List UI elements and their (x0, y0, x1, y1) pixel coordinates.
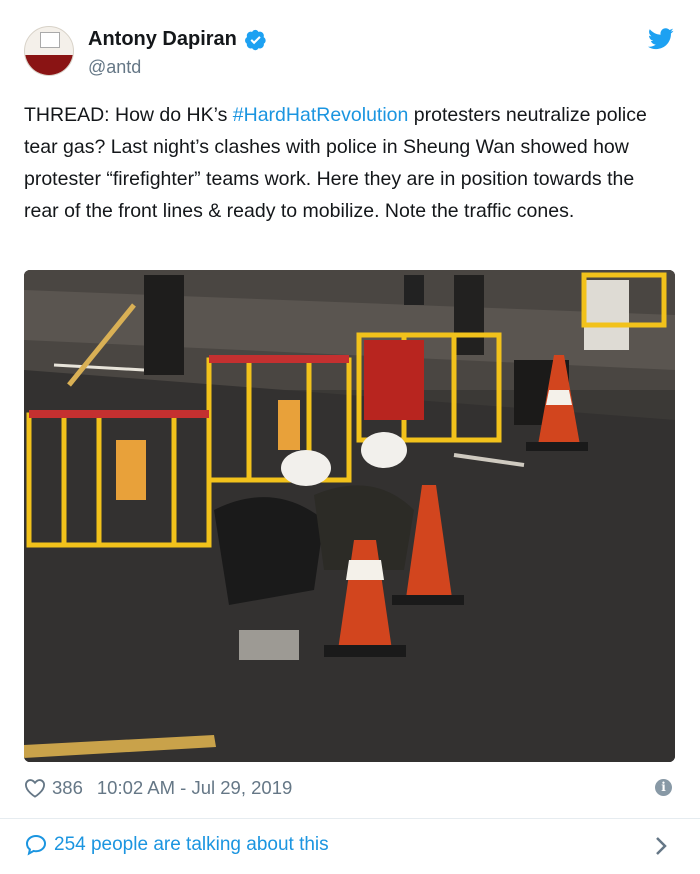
tweet-text: THREAD: How do HK’s #HardHatRevolution p… (24, 99, 664, 227)
avatar-book-cover (40, 32, 60, 48)
author-handle[interactable]: @antd (88, 57, 267, 78)
heart-icon[interactable] (24, 778, 46, 798)
speech-bubble-icon (25, 834, 47, 856)
hashtag-link[interactable]: #HardHatRevolution (233, 104, 409, 126)
twitter-bird-icon[interactable] (648, 28, 674, 50)
like-count[interactable]: 386 (52, 777, 83, 799)
avatar[interactable] (24, 26, 74, 76)
tweet-photo[interactable] (24, 270, 675, 762)
tweet-meta: 386 10:02 AM - Jul 29, 2019 (24, 776, 292, 800)
author-block[interactable]: Antony Dapiran @antd (88, 28, 267, 78)
conversation-link[interactable]: 254 people are talking about this (24, 831, 329, 859)
avatar-crowd (25, 55, 73, 75)
photo-scene (24, 270, 675, 762)
talking-count-label[interactable]: 254 people are talking about this (54, 834, 329, 856)
chevron-right-icon[interactable] (653, 834, 669, 858)
divider (0, 818, 700, 819)
verified-badge-icon (245, 29, 267, 50)
tweet-card: Antony Dapiran @antd THREAD: How do HK’s… (0, 0, 700, 874)
tweet-text-intro: THREAD: How do HK’s (24, 104, 233, 126)
author-name[interactable]: Antony Dapiran (88, 28, 237, 51)
info-icon[interactable]: i (655, 779, 672, 796)
tweet-timestamp[interactable]: 10:02 AM - Jul 29, 2019 (97, 777, 292, 799)
